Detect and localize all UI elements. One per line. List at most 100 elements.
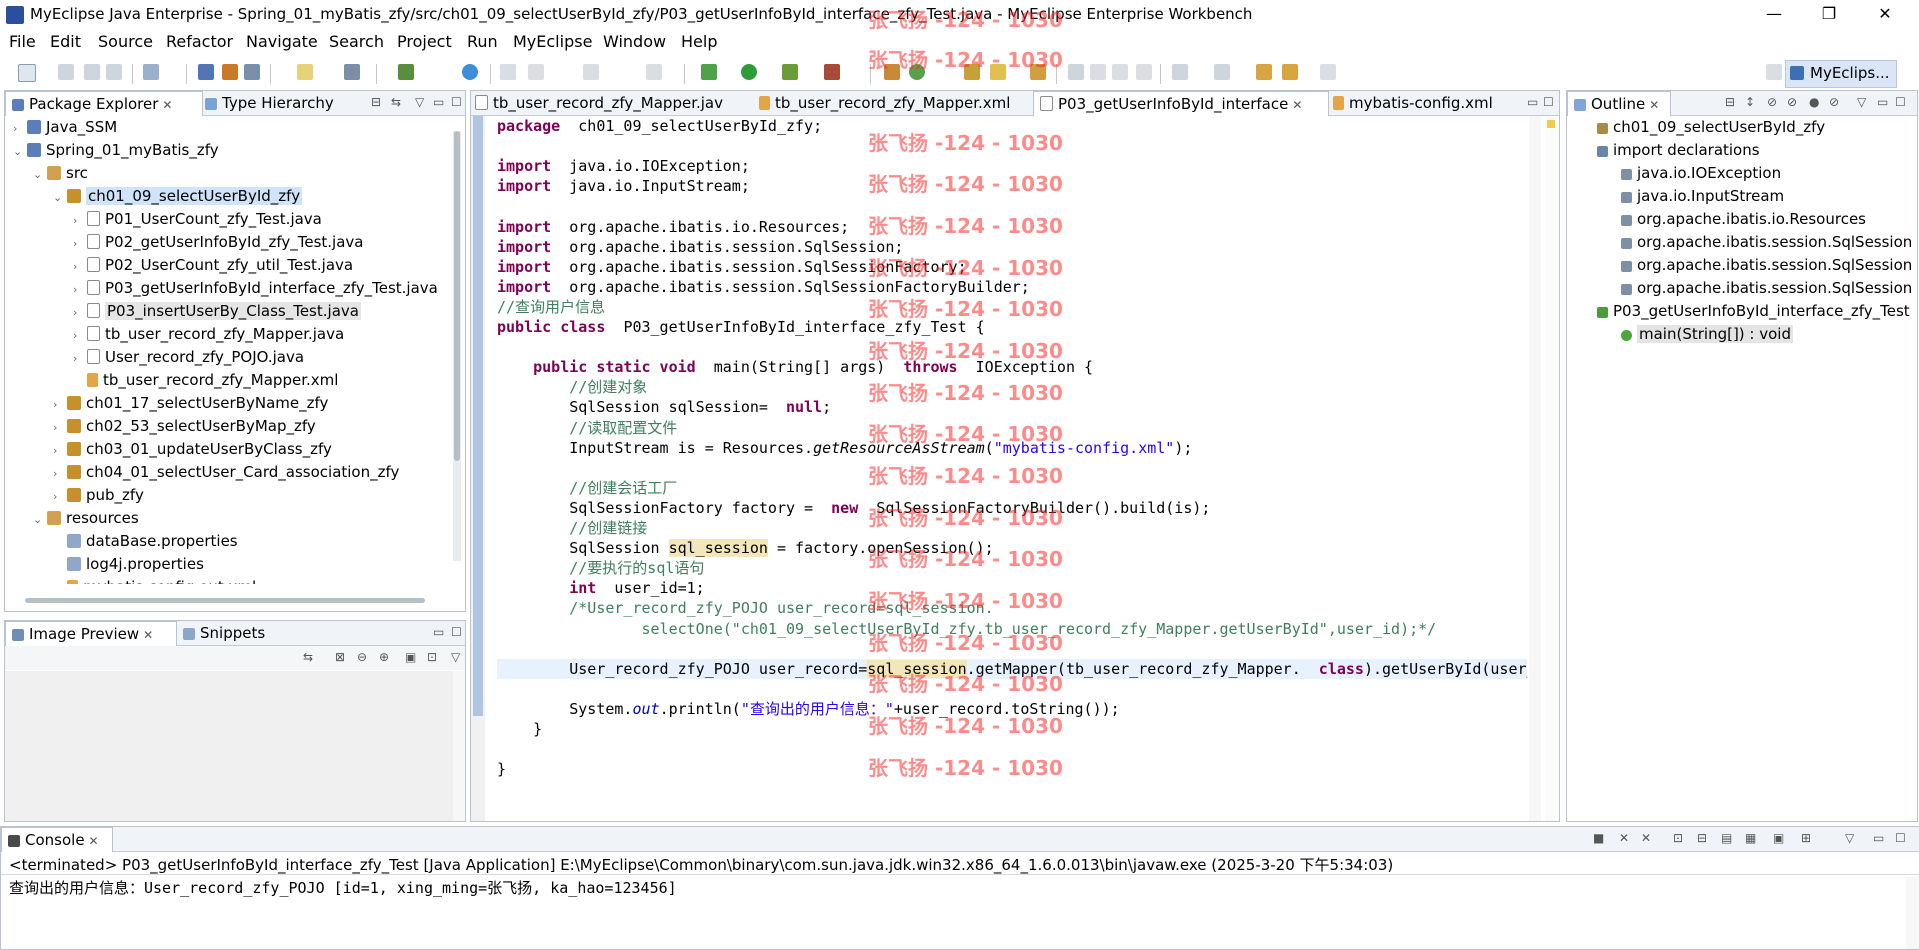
close-icon[interactable]: ✕ (89, 834, 99, 848)
menu-edit[interactable]: Edit (50, 32, 81, 51)
menu-window[interactable]: Window (603, 32, 666, 51)
web-service-icon[interactable] (398, 64, 414, 80)
expanded-arrow-icon[interactable]: ⌄ (33, 163, 47, 186)
tree-item[interactable]: › User_record_zfy_POJO.java (73, 346, 304, 368)
open-perspective-icon[interactable] (1766, 64, 1782, 80)
debug-icon[interactable] (701, 64, 717, 80)
collapsed-arrow-icon[interactable]: › (73, 324, 87, 347)
open-console-icon[interactable]: ⊞ (1801, 831, 1811, 845)
tree-item[interactable]: › ch01_17_selectUserByName_zfy (53, 392, 328, 414)
menu-myeclipse[interactable]: MyEclipse (513, 32, 592, 51)
task-icon[interactable] (646, 64, 662, 80)
perspective-switcher[interactable]: MyEclips... (1785, 60, 1897, 88)
editor-tab-mapper-xml[interactable]: tb_user_record_zfy_Mapper.xml (755, 91, 1031, 115)
tree-item[interactable]: › P01_UserCount_zfy_Test.java (73, 208, 322, 230)
collapse-all-icon[interactable]: ⊟ (371, 95, 381, 109)
outline-item[interactable]: java.io.InputStream (1621, 185, 1784, 208)
view-menu-icon[interactable]: ▽ (1857, 95, 1866, 109)
vertical-scrollbar[interactable] (453, 671, 465, 821)
new-icon[interactable] (18, 64, 36, 82)
tree-item[interactable]: › ch04_01_selectUser_Card_association_zfy (53, 461, 399, 483)
horizontal-scrollbar[interactable] (25, 598, 425, 603)
vertical-scrollbar[interactable] (1906, 877, 1918, 949)
editor-tab-mybatis-config[interactable]: mybatis-config.xml (1327, 91, 1529, 115)
tree-item[interactable]: › pub_zfy (53, 484, 144, 506)
hide-local-types-icon[interactable]: ⊘ (1829, 95, 1839, 109)
tree-item[interactable]: mybatis-config.out.xml (53, 576, 256, 584)
minimize-view-icon[interactable]: ▭ (433, 95, 444, 109)
collapsed-arrow-icon[interactable]: › (53, 393, 67, 416)
tree-item[interactable]: tb_user_record_zfy_Mapper.xml (73, 369, 338, 391)
menu-project[interactable]: Project (397, 32, 452, 51)
tree-item[interactable]: › P02_getUserInfoById_zfy_Test.java (73, 231, 363, 253)
maximize-view-icon[interactable]: ☐ (451, 95, 462, 109)
prev-annotation-icon[interactable] (1214, 64, 1230, 80)
menu-search[interactable]: Search (329, 32, 384, 51)
collapsed-arrow-icon[interactable]: › (53, 416, 67, 439)
menu-help[interactable]: Help (681, 32, 717, 51)
last-edit-icon[interactable] (1256, 64, 1272, 80)
expanded-arrow-icon[interactable]: ⌄ (53, 186, 67, 209)
collapsed-arrow-icon[interactable]: › (53, 439, 67, 462)
fit-icon[interactable]: ⊠ (335, 650, 345, 664)
expanded-arrow-icon[interactable]: ⌄ (13, 140, 27, 163)
save-all-icon[interactable] (84, 64, 100, 80)
tree-item[interactable]: › ch03_01_updateUserByClass_zfy (53, 438, 332, 460)
deploy-icon[interactable] (198, 64, 214, 80)
close-icon[interactable]: ✕ (1292, 98, 1302, 112)
menu-refactor[interactable]: Refactor (166, 32, 233, 51)
actual-size-icon[interactable]: ▣ (405, 650, 416, 664)
collapse-all-icon[interactable]: ⊟ (1725, 95, 1735, 109)
terminate-icon[interactable]: ■ (1593, 831, 1604, 845)
collapsed-arrow-icon[interactable]: › (73, 301, 87, 324)
outline-item[interactable]: org.apache.ibatis.session.SqlSession (1621, 254, 1912, 277)
tab-snippets[interactable]: Snippets (177, 621, 283, 645)
minimize-button[interactable]: — (1751, 0, 1797, 30)
collapsed-arrow-icon[interactable]: › (73, 347, 87, 370)
close-button[interactable]: ✕ (1862, 0, 1908, 30)
hide-static-icon[interactable]: ⊘ (1787, 95, 1797, 109)
menu-navigate[interactable]: Navigate (246, 32, 318, 51)
tree-item[interactable]: ⌄ src (33, 162, 88, 184)
tree-item[interactable]: › P03_getUserInfoById_interface_zfy_Test.… (73, 277, 438, 299)
tab-type-hierarchy[interactable]: Type Hierarchy (201, 91, 345, 115)
minimize-view-icon[interactable]: ▭ (1877, 95, 1888, 109)
maximize-view-icon[interactable]: ☐ (1895, 831, 1906, 845)
menu-source[interactable]: Source (98, 32, 153, 51)
link-editor-icon[interactable]: ⇆ (391, 95, 401, 109)
minimize-view-icon[interactable]: ▭ (433, 625, 444, 639)
run-icon[interactable] (741, 64, 757, 80)
collapsed-arrow-icon[interactable]: › (13, 117, 27, 140)
tree-item[interactable]: ⌄ resources (33, 507, 139, 529)
collapsed-arrow-icon[interactable]: › (53, 462, 67, 485)
coverage-icon[interactable] (782, 64, 798, 80)
refresh-icon[interactable] (500, 64, 516, 80)
word-wrap-icon[interactable]: ▤ (1721, 831, 1732, 845)
open-type-icon[interactable] (143, 64, 159, 80)
toggle-mark-icon[interactable] (1068, 64, 1084, 80)
tree-item[interactable]: › tb_user_record_zfy_Mapper.java (73, 323, 344, 345)
external-tools-icon[interactable] (824, 64, 840, 80)
report-icon[interactable] (528, 64, 544, 80)
outline-item[interactable]: P03_getUserInfoById_interface_zfy_Test (1597, 300, 1910, 323)
tab-package-explorer[interactable]: Package Explorer ✕ (5, 91, 203, 116)
save-icon[interactable] (58, 64, 74, 80)
tree-item[interactable]: log4j.properties (53, 553, 204, 575)
zoom-in-icon[interactable]: ⊕ (379, 650, 389, 664)
outline-item[interactable]: import declarations (1597, 139, 1760, 162)
maximize-button[interactable]: ❐ (1806, 0, 1852, 30)
view-menu-icon[interactable]: ▽ (1845, 831, 1854, 845)
close-icon[interactable]: ✕ (162, 98, 172, 112)
warning-marker[interactable] (1547, 120, 1555, 128)
collapsed-arrow-icon[interactable]: › (73, 255, 87, 278)
maximize-view-icon[interactable]: ☐ (1895, 95, 1906, 109)
clear-console-icon[interactable]: ⊡ (1673, 831, 1683, 845)
close-icon[interactable]: ✕ (143, 628, 153, 642)
display-console-icon[interactable]: ▣ (1773, 831, 1784, 845)
print-icon[interactable] (106, 64, 122, 80)
view-menu-icon[interactable]: ▽ (415, 95, 424, 109)
tab-outline[interactable]: Outline ✕ (1567, 91, 1671, 116)
next-annotation-icon[interactable] (1172, 64, 1188, 80)
tab-image-preview[interactable]: Image Preview ✕ (5, 621, 177, 646)
remove-launch-icon[interactable]: ✕ (1619, 831, 1629, 845)
